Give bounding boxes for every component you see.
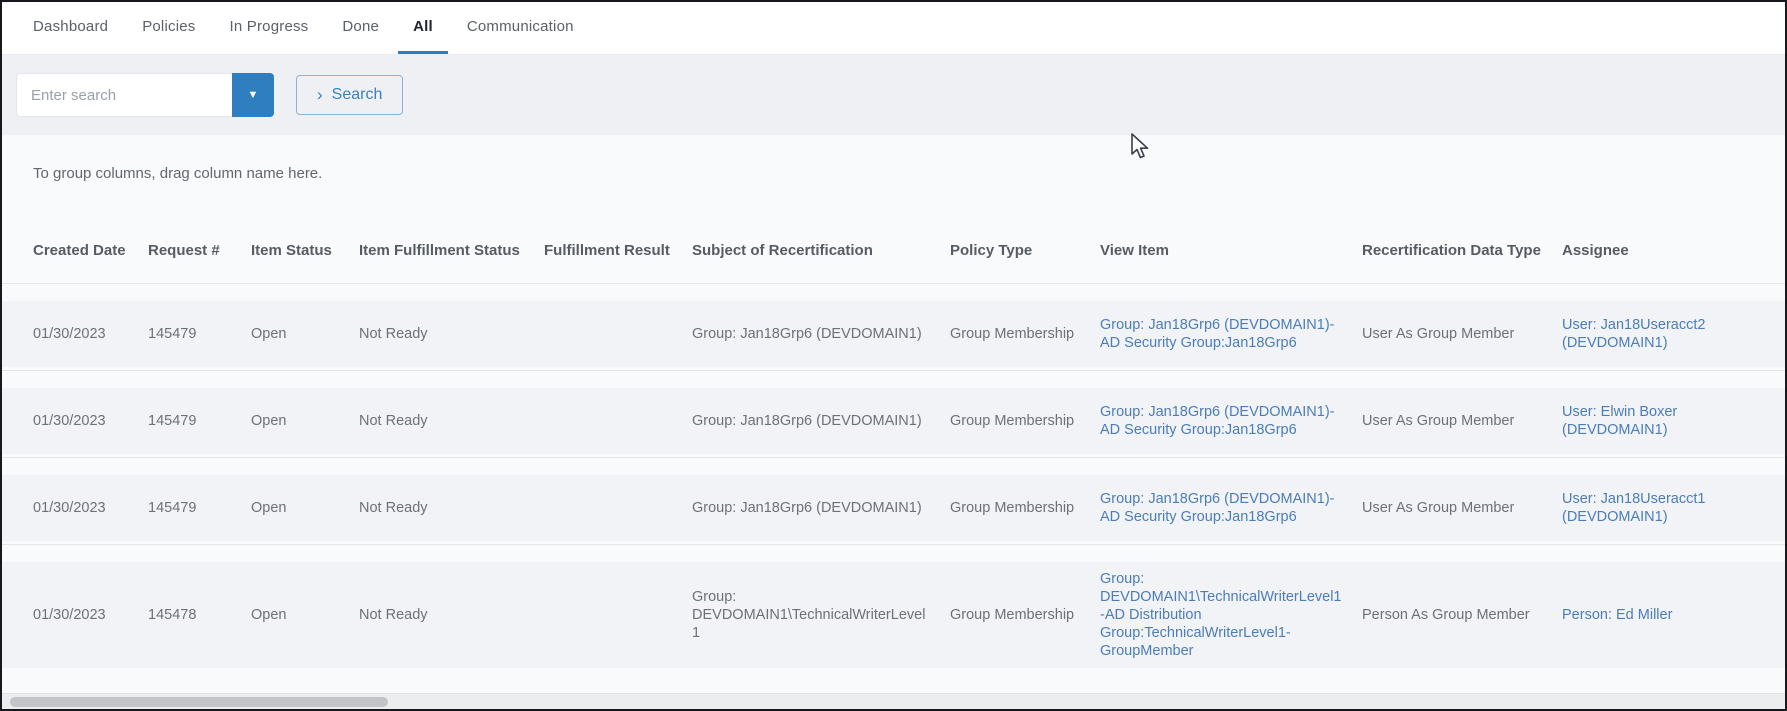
- column-header-recertification-data-type[interactable]: Recertification Data Type: [1362, 242, 1562, 259]
- cell-policy-type: Group Membership: [950, 606, 1100, 624]
- tab-communication[interactable]: Communication: [452, 2, 589, 54]
- horizontal-scrollbar[interactable]: [2, 693, 1785, 709]
- assignee-link[interactable]: User: Jan18Useracct1 (DEVDOMAIN1): [1562, 491, 1705, 525]
- cell-created-date: 01/30/2023: [33, 499, 148, 517]
- tab-all[interactable]: All: [398, 2, 448, 54]
- chevron-right-icon: ›: [317, 86, 323, 103]
- cell-policy-type: Group Membership: [950, 412, 1100, 430]
- cell-created-date: 01/30/2023: [33, 325, 148, 343]
- cell-item-status: Open: [251, 499, 359, 517]
- view-item-link[interactable]: Group: Jan18Grp6 (DEVDOMAIN1)-AD Securit…: [1100, 404, 1335, 438]
- cell-recertification-data-type: User As Group Member: [1362, 325, 1562, 343]
- cell-request-number: 145478: [148, 606, 251, 624]
- cell-recertification-data-type: User As Group Member: [1362, 412, 1562, 430]
- table-row: 01/30/2023 145479 Open Not Ready Group: …: [2, 284, 1785, 371]
- tab-in-progress[interactable]: In Progress: [214, 2, 323, 54]
- group-columns-hint: To group columns, drag column name here.: [2, 135, 1785, 182]
- cell-item-fulfillment-status: Not Ready: [359, 412, 544, 430]
- search-input[interactable]: [16, 73, 232, 117]
- cell-recertification-data-type: Person As Group Member: [1362, 606, 1562, 624]
- chevron-down-icon: ▼: [248, 89, 259, 101]
- scrollbar-thumb[interactable]: [10, 697, 388, 707]
- column-header-view-item[interactable]: View Item: [1100, 242, 1362, 259]
- search-section: ▼ › Search: [2, 55, 1785, 135]
- cell-policy-type: Group Membership: [950, 499, 1100, 517]
- column-header-request-number[interactable]: Request #: [148, 242, 251, 259]
- cell-policy-type: Group Membership: [950, 325, 1100, 343]
- column-header-subject-of-recertification[interactable]: Subject of Recertification: [692, 242, 950, 259]
- search-button-label: Search: [332, 86, 383, 104]
- table-row: 01/30/2023 145479 Open Not Ready Group: …: [2, 371, 1785, 458]
- cell-created-date: 01/30/2023: [33, 606, 148, 624]
- table-body: 01/30/2023 145479 Open Not Ready Group: …: [2, 284, 1785, 671]
- cell-subject: Group: Jan18Grp6 (DEVDOMAIN1): [692, 412, 950, 430]
- tab-bar: Dashboard Policies In Progress Done All …: [2, 2, 1785, 55]
- recertification-table-panel: To group columns, drag column name here.…: [2, 135, 1785, 693]
- assignee-link[interactable]: User: Elwin Boxer (DEVDOMAIN1): [1562, 404, 1677, 438]
- app-window: Dashboard Policies In Progress Done All …: [0, 0, 1787, 711]
- cell-subject: Group: DEVDOMAIN1\TechnicalWriterLevel1: [692, 588, 950, 642]
- tab-done[interactable]: Done: [327, 2, 394, 54]
- assignee-link[interactable]: User: Jan18Useracct2 (DEVDOMAIN1): [1562, 317, 1705, 351]
- cell-request-number: 145479: [148, 412, 251, 430]
- column-header-item-fulfillment-status[interactable]: Item Fulfillment Status: [359, 242, 544, 259]
- assignee-link[interactable]: Person: Ed Miller: [1562, 607, 1672, 623]
- cell-item-status: Open: [251, 325, 359, 343]
- view-item-link[interactable]: Group: DEVDOMAIN1\TechnicalWriterLevel1-…: [1100, 571, 1341, 659]
- tab-dashboard[interactable]: Dashboard: [18, 2, 123, 54]
- cell-item-fulfillment-status: Not Ready: [359, 325, 544, 343]
- cell-item-fulfillment-status: Not Ready: [359, 606, 544, 624]
- cell-request-number: 145479: [148, 325, 251, 343]
- cell-request-number: 145479: [148, 499, 251, 517]
- view-item-link[interactable]: Group: Jan18Grp6 (DEVDOMAIN1)-AD Securit…: [1100, 491, 1335, 525]
- column-header-created-date[interactable]: Created Date: [33, 242, 148, 259]
- search-dropdown-button[interactable]: ▼: [232, 73, 274, 117]
- column-header-assignee[interactable]: Assignee: [1562, 242, 1774, 259]
- cell-subject: Group: Jan18Grp6 (DEVDOMAIN1): [692, 499, 950, 517]
- tab-policies[interactable]: Policies: [127, 2, 210, 54]
- column-header-policy-type[interactable]: Policy Type: [950, 242, 1100, 259]
- column-header-item-status[interactable]: Item Status: [251, 242, 359, 259]
- cell-item-status: Open: [251, 606, 359, 624]
- table-header-row: Created Date Request # Item Status Item …: [2, 182, 1785, 284]
- search-button[interactable]: › Search: [296, 75, 403, 115]
- view-item-link[interactable]: Group: Jan18Grp6 (DEVDOMAIN1)-AD Securit…: [1100, 317, 1335, 351]
- table-row: 01/30/2023 145478 Open Not Ready Group: …: [2, 545, 1785, 671]
- cell-recertification-data-type: User As Group Member: [1362, 499, 1562, 517]
- cell-item-status: Open: [251, 412, 359, 430]
- cell-item-fulfillment-status: Not Ready: [359, 499, 544, 517]
- column-header-fulfillment-result[interactable]: Fulfillment Result: [544, 242, 692, 259]
- search-input-group: ▼: [16, 73, 274, 117]
- cell-subject: Group: Jan18Grp6 (DEVDOMAIN1): [692, 325, 950, 343]
- table-row: 01/30/2023 145479 Open Not Ready Group: …: [2, 458, 1785, 545]
- cell-created-date: 01/30/2023: [33, 412, 148, 430]
